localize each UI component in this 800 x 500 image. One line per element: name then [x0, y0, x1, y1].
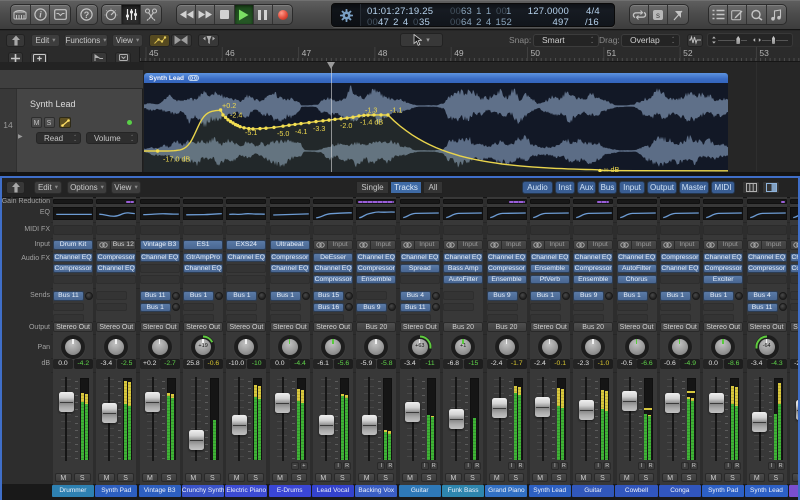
- svg-text:50: 50: [531, 48, 541, 58]
- svg-text:48: 48: [378, 48, 388, 58]
- svg-text:?: ?: [84, 10, 90, 20]
- svg-text:-2.0: -2.0: [340, 121, 352, 130]
- svg-text:-1.3: -1.3: [365, 106, 377, 115]
- svg-text:46: 46: [225, 48, 235, 58]
- svg-text:-1.1: -1.1: [390, 106, 402, 115]
- svg-text:-5.1: -5.1: [245, 128, 257, 137]
- svg-text:i: i: [39, 10, 42, 20]
- svg-text:+0.2: +0.2: [222, 101, 236, 110]
- svg-text:49: 49: [454, 48, 464, 58]
- svg-text:51: 51: [607, 48, 617, 58]
- svg-text:47: 47: [302, 48, 312, 58]
- svg-text:-3.3: -3.3: [313, 124, 325, 133]
- svg-text:-5.0: -5.0: [277, 129, 289, 138]
- svg-text:52: 52: [683, 48, 693, 58]
- svg-text:-4.1: -4.1: [295, 127, 307, 136]
- svg-text:s: s: [656, 11, 660, 20]
- svg-text:45: 45: [149, 48, 159, 58]
- svg-text:-∞ dB: -∞ dB: [601, 165, 620, 172]
- svg-text:-1.4 dB: -1.4 dB: [360, 118, 383, 127]
- svg-text:-2.4: -2.4: [230, 111, 242, 120]
- svg-text:-17.0 dB: -17.0 dB: [163, 155, 190, 164]
- svg-text:53: 53: [759, 48, 769, 58]
